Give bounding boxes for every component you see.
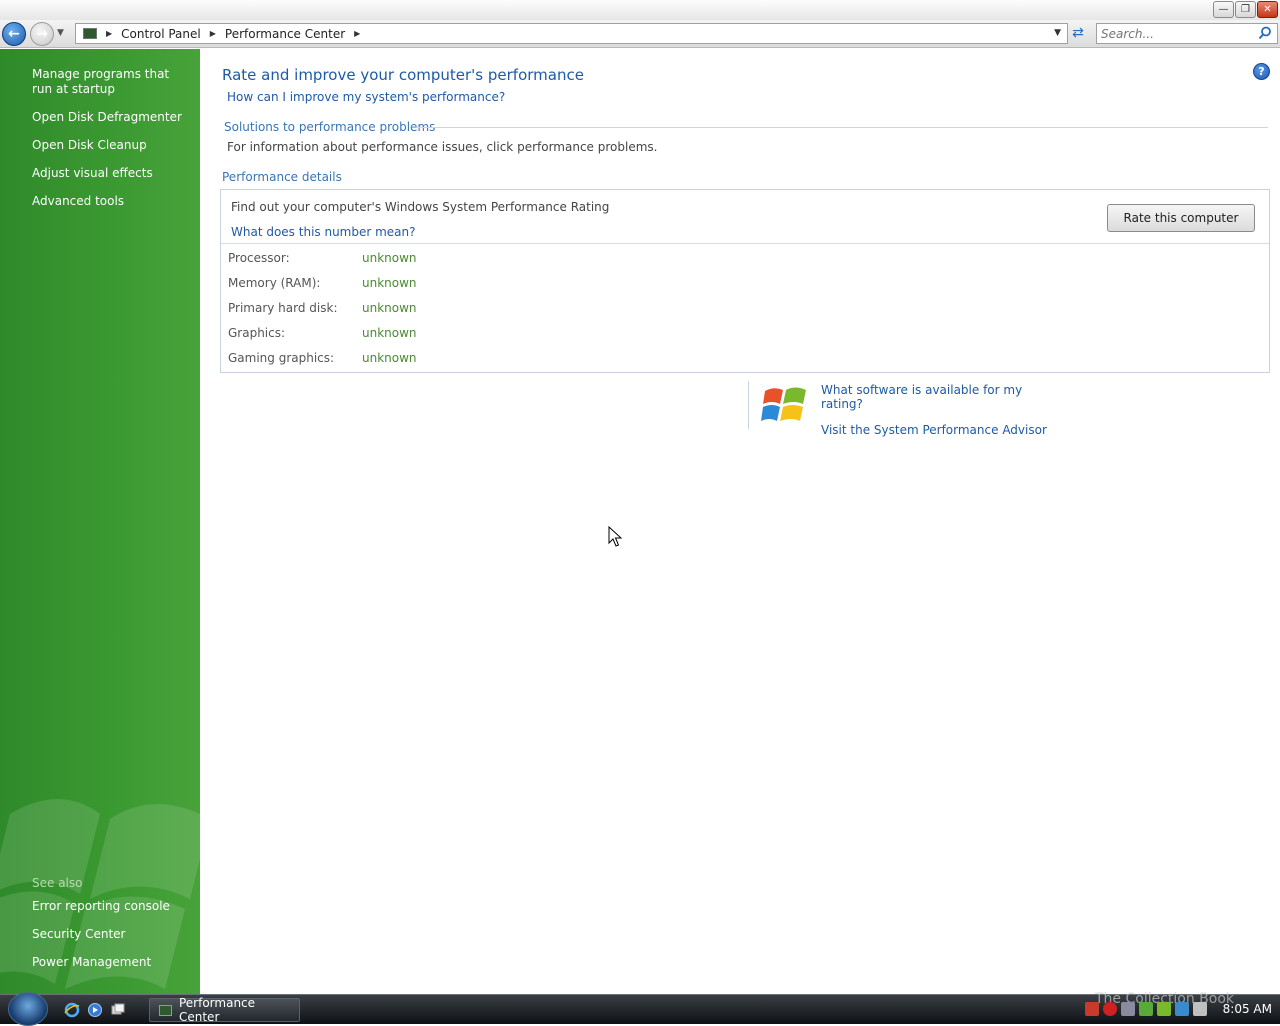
- refresh-icon[interactable]: ⇄: [1069, 25, 1087, 43]
- rating-row-processor: Processor: unknown: [228, 251, 417, 276]
- close-button[interactable]: ✕: [1257, 1, 1278, 18]
- rating-value: unknown: [362, 301, 417, 315]
- taskbar-button-label: Performance Center: [178, 996, 256, 1024]
- rating-prompt: Find out your computer's Windows System …: [231, 200, 610, 214]
- task-open-disk-cleanup[interactable]: Open Disk Cleanup: [32, 138, 192, 153]
- minimize-icon: —: [1218, 4, 1229, 15]
- solutions-heading: Solutions to performance problems: [224, 120, 436, 134]
- task-manage-startup-programs[interactable]: Manage programs that run at startup: [32, 67, 192, 97]
- maximize-button[interactable]: ❐: [1235, 1, 1256, 18]
- task-open-disk-defragmenter[interactable]: Open Disk Defragmenter: [32, 110, 192, 125]
- tray-app-icon[interactable]: [1120, 1002, 1135, 1016]
- taskbar-button-performance-center[interactable]: Performance Center: [149, 996, 300, 1024]
- see-also-error-reporting-console[interactable]: Error reporting console: [32, 899, 192, 914]
- close-icon: ✕: [1263, 4, 1272, 15]
- taskbar: Performance Center The Collection Book 8…: [0, 991, 1280, 1026]
- system-tray: 8:05 AM: [1084, 1002, 1272, 1016]
- see-also-heading: See also: [32, 876, 83, 890]
- navigation-bar: ← → ▼ ▶ Control Panel ▶ Performance Cent…: [0, 20, 1280, 48]
- tray-app-icon[interactable]: [1156, 1002, 1171, 1016]
- switch-windows-icon[interactable]: [110, 1002, 126, 1018]
- chevron-right-icon[interactable]: ▶: [210, 29, 216, 38]
- rating-label: Primary hard disk:: [228, 301, 338, 315]
- volume-icon[interactable]: [1192, 1002, 1207, 1016]
- internet-explorer-icon[interactable]: [64, 1002, 80, 1018]
- rating-row-hard-disk: Primary hard disk: unknown: [228, 301, 417, 326]
- performance-advisor-link[interactable]: Visit the System Performance Advisor: [821, 423, 1047, 437]
- solutions-description: For information about performance issues…: [227, 140, 658, 154]
- restore-icon: ❐: [1241, 4, 1250, 15]
- back-arrow-icon: ←: [8, 26, 20, 42]
- available-software-link[interactable]: What software is available for my rating…: [821, 383, 1048, 411]
- windows-logo-icon: [761, 387, 806, 421]
- tray-app-icon[interactable]: [1138, 1002, 1153, 1016]
- help-icon[interactable]: ?: [1253, 63, 1270, 80]
- page-title: Rate and improve your computer's perform…: [222, 66, 584, 84]
- search-icon[interactable]: [1258, 26, 1272, 40]
- control-panel-icon: [83, 28, 97, 39]
- see-also-links: Error reporting console Security Center …: [32, 899, 192, 983]
- improve-performance-link[interactable]: How can I improve my system's performanc…: [227, 90, 505, 104]
- task-adjust-visual-effects[interactable]: Adjust visual effects: [32, 166, 192, 181]
- rating-value: unknown: [362, 251, 417, 265]
- performance-details-panel: Find out your computer's Windows System …: [220, 189, 1270, 373]
- rating-value: unknown: [362, 276, 417, 290]
- control-panel-icon: [159, 1004, 172, 1016]
- see-also-power-management[interactable]: Power Management: [32, 955, 192, 970]
- rate-this-computer-button[interactable]: Rate this computer: [1107, 204, 1255, 232]
- component-ratings: Processor: unknown Memory (RAM): unknown…: [228, 251, 417, 376]
- tray-app-icon[interactable]: [1084, 1002, 1099, 1016]
- forward-button[interactable]: →: [30, 22, 54, 46]
- forward-arrow-icon: →: [36, 26, 48, 42]
- search-box[interactable]: [1096, 23, 1278, 44]
- breadcrumb-performance-center[interactable]: Performance Center: [225, 27, 345, 41]
- rating-label: Memory (RAM):: [228, 276, 321, 290]
- main-content: ? Rate and improve your computer's perfo…: [200, 49, 1280, 994]
- performance-details-heading: Performance details: [222, 170, 342, 184]
- network-icon[interactable]: [1174, 1002, 1189, 1016]
- breadcrumb-control-panel[interactable]: Control Panel: [121, 27, 201, 41]
- recent-pages-dropdown[interactable]: ▼: [57, 28, 64, 38]
- rating-row-gaming-graphics: Gaming graphics: unknown: [228, 351, 417, 376]
- rating-header: Find out your computer's Windows System …: [221, 190, 1269, 244]
- task-pane: Manage programs that run at startup Open…: [0, 49, 200, 994]
- task-links: Manage programs that run at startup Open…: [32, 67, 192, 222]
- chevron-right-icon[interactable]: ▶: [354, 29, 360, 38]
- what-number-mean-link[interactable]: What does this number mean?: [231, 225, 416, 239]
- start-button[interactable]: [8, 992, 48, 1026]
- search-input[interactable]: [1097, 24, 1247, 43]
- performance-advisor-box: What software is available for my rating…: [748, 381, 1048, 437]
- media-player-icon[interactable]: [87, 1002, 103, 1018]
- rating-label: Gaming graphics:: [228, 351, 335, 365]
- task-advanced-tools[interactable]: Advanced tools: [32, 194, 192, 209]
- rating-value: unknown: [362, 351, 417, 365]
- title-bar: — ❐ ✕: [0, 0, 1280, 20]
- rating-row-memory: Memory (RAM): unknown: [228, 276, 417, 301]
- address-bar[interactable]: ▶ Control Panel ▶ Performance Center ▶ ▼: [75, 23, 1068, 44]
- address-dropdown-icon[interactable]: ▼: [1054, 28, 1061, 38]
- caption-buttons: — ❐ ✕: [1213, 1, 1278, 18]
- back-button[interactable]: ←: [2, 22, 26, 46]
- see-also-security-center[interactable]: Security Center: [32, 927, 192, 942]
- minimize-button[interactable]: —: [1213, 1, 1234, 18]
- rating-row-graphics: Graphics: unknown: [228, 326, 417, 351]
- clock[interactable]: 8:05 AM: [1223, 1002, 1272, 1016]
- rating-value: unknown: [362, 326, 417, 340]
- security-shield-icon[interactable]: [1102, 1002, 1117, 1016]
- rating-label: Processor:: [228, 251, 290, 265]
- mouse-cursor-icon: [608, 526, 622, 547]
- rating-label: Graphics:: [228, 326, 286, 340]
- chevron-right-icon[interactable]: ▶: [106, 29, 112, 38]
- section-divider: [416, 127, 1268, 128]
